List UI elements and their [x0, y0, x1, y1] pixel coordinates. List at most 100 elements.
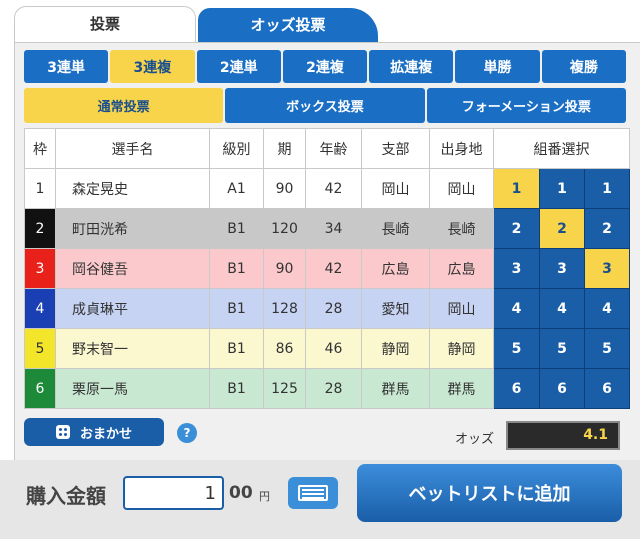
waku-cell: 1: [24, 168, 56, 209]
amount-suffix: 00: [229, 483, 253, 503]
combination-pick-3[interactable]: 2: [584, 208, 630, 249]
add-betlist-button[interactable]: ベットリストに追加: [357, 464, 622, 522]
racer-table: 枠 選手名 級別 期 年齢 支部 出身地 組番選択 1 森定晃史 A1 90 42 岡山岡…: [24, 128, 630, 409]
header-name: 選手名: [55, 128, 210, 169]
combination-pick-1[interactable]: 3: [493, 248, 540, 289]
header-age: 年齢: [305, 128, 362, 169]
racer-branch: 長崎: [361, 208, 430, 249]
combination-pick-3[interactable]: 5: [584, 328, 630, 369]
racer-birthplace: 岡山: [429, 288, 494, 329]
bet-type-tansho[interactable]: 単勝: [455, 50, 540, 83]
odds-value: 4.1: [506, 421, 620, 450]
racer-age: 28: [305, 288, 362, 329]
racer-birthplace: 岡山: [429, 168, 494, 209]
bet-type-3rentan[interactable]: 3連単: [24, 50, 109, 83]
header-term: 期: [263, 128, 306, 169]
racer-term: 90: [263, 248, 306, 289]
racer-birthplace: 長崎: [429, 208, 494, 249]
bet-type-3renpuku[interactable]: 3連複: [110, 50, 195, 83]
racer-branch: 広島: [361, 248, 430, 289]
top-tabs: 投票 オッズ投票: [0, 0, 640, 44]
combination-pick-1[interactable]: 1: [493, 168, 540, 209]
currency-label: 円: [259, 490, 270, 503]
racer-age: 42: [305, 248, 362, 289]
racer-name: 森定晃史: [55, 168, 210, 209]
racer-class: B1: [209, 368, 264, 409]
amount-input[interactable]: [123, 476, 224, 510]
keyboard-icon: [298, 485, 328, 501]
question-icon[interactable]: ?: [177, 423, 197, 443]
table-row: 2 町田洸希 B1 120 34 長崎 長崎 2 2 2: [24, 208, 630, 249]
racer-branch: 静岡: [361, 328, 430, 369]
racer-class: B1: [209, 208, 264, 249]
omakase-label: おまかせ: [79, 426, 132, 442]
bet-type-fukusho[interactable]: 複勝: [541, 50, 626, 83]
racer-term: 120: [263, 208, 306, 249]
racer-branch: 群馬: [361, 368, 430, 409]
combination-pick-2[interactable]: 3: [539, 248, 585, 289]
racer-age: 34: [305, 208, 362, 249]
racer-birthplace: 群馬: [429, 368, 494, 409]
bet-type-2renpuku[interactable]: 2連複: [282, 50, 368, 83]
mode-box[interactable]: ボックス投票: [225, 88, 425, 123]
racer-age: 42: [305, 168, 362, 209]
header-birthplace: 出身地: [429, 128, 494, 169]
combination-pick-2[interactable]: 5: [539, 328, 585, 369]
waku-cell: 4: [24, 288, 56, 329]
racer-name: 成貞琳平: [55, 288, 210, 329]
header-waku: 枠: [24, 128, 56, 169]
bet-type-kakurenpuku[interactable]: 拡連複: [369, 50, 454, 83]
racer-age: 46: [305, 328, 362, 369]
racer-term: 86: [263, 328, 306, 369]
racer-class: B1: [209, 328, 264, 369]
dice-icon: [55, 425, 70, 439]
combination-pick-3[interactable]: 6: [584, 368, 630, 409]
combination-pick-2[interactable]: 6: [539, 368, 585, 409]
racer-birthplace: 静岡: [429, 328, 494, 369]
table-row: 3 岡谷健吾 B1 90 42 広島 広島 3 3 3: [24, 248, 630, 289]
racer-age: 28: [305, 368, 362, 409]
waku-cell: 6: [24, 368, 56, 409]
racer-name: 岡谷健吾: [55, 248, 210, 289]
racer-branch: 愛知: [361, 288, 430, 329]
racer-class: B1: [209, 288, 264, 329]
racer-class: A1: [209, 168, 264, 209]
table-row: 1 森定晃史 A1 90 42 岡山 岡山 1 1 1: [24, 168, 630, 209]
tab-odds-vote[interactable]: オッズ投票: [198, 8, 378, 42]
combination-pick-1[interactable]: 4: [493, 288, 540, 329]
keyboard-button[interactable]: [288, 477, 338, 509]
combination-pick-1[interactable]: 2: [493, 208, 540, 249]
racer-term: 128: [263, 288, 306, 329]
waku-cell: 5: [24, 328, 56, 369]
bet-type-2rentan[interactable]: 2連単: [196, 50, 281, 83]
racer-term: 125: [263, 368, 306, 409]
combination-pick-1[interactable]: 5: [493, 328, 540, 369]
racer-branch: 岡山: [361, 168, 430, 209]
header-class: 級別: [209, 128, 264, 169]
omakase-button[interactable]: おまかせ: [24, 418, 164, 446]
table-row: 5 野末智一 B1 86 46 静岡 静岡 5 5 5: [24, 328, 630, 369]
racer-class: B1: [209, 248, 264, 289]
table-row: 4 成貞琳平 B1 128 28 愛知 岡山 4 4 4: [24, 288, 630, 329]
odds-label: オッズ: [455, 432, 495, 447]
combination-pick-3[interactable]: 4: [584, 288, 630, 329]
table-row: 6 栗原一馬 B1 125 28 群馬 群馬 6 6 6: [24, 368, 630, 409]
racer-name: 野末智一: [55, 328, 210, 369]
buy-amount-label: 購入金額: [26, 484, 106, 508]
racer-name: 栗原一馬: [55, 368, 210, 409]
header-branch: 支部: [361, 128, 430, 169]
mode-normal[interactable]: 通常投票: [24, 88, 224, 123]
waku-cell: 3: [24, 248, 56, 289]
vote-mode-selector: 通常投票 ボックス投票 フォーメーション投票: [24, 88, 626, 123]
combination-pick-2[interactable]: 4: [539, 288, 585, 329]
combination-pick-2[interactable]: 2: [539, 208, 585, 249]
mode-formation[interactable]: フォーメーション投票: [426, 88, 626, 123]
combination-pick-2[interactable]: 1: [539, 168, 585, 209]
tab-vote[interactable]: 投票: [14, 6, 196, 44]
waku-cell: 2: [24, 208, 56, 249]
combination-pick-3[interactable]: 3: [584, 248, 630, 289]
combination-pick-1[interactable]: 6: [493, 368, 540, 409]
racer-name: 町田洸希: [55, 208, 210, 249]
combination-pick-3[interactable]: 1: [584, 168, 630, 209]
table-header-row: 枠 選手名 級別 期 年齢 支部 出身地 組番選択: [24, 128, 630, 169]
